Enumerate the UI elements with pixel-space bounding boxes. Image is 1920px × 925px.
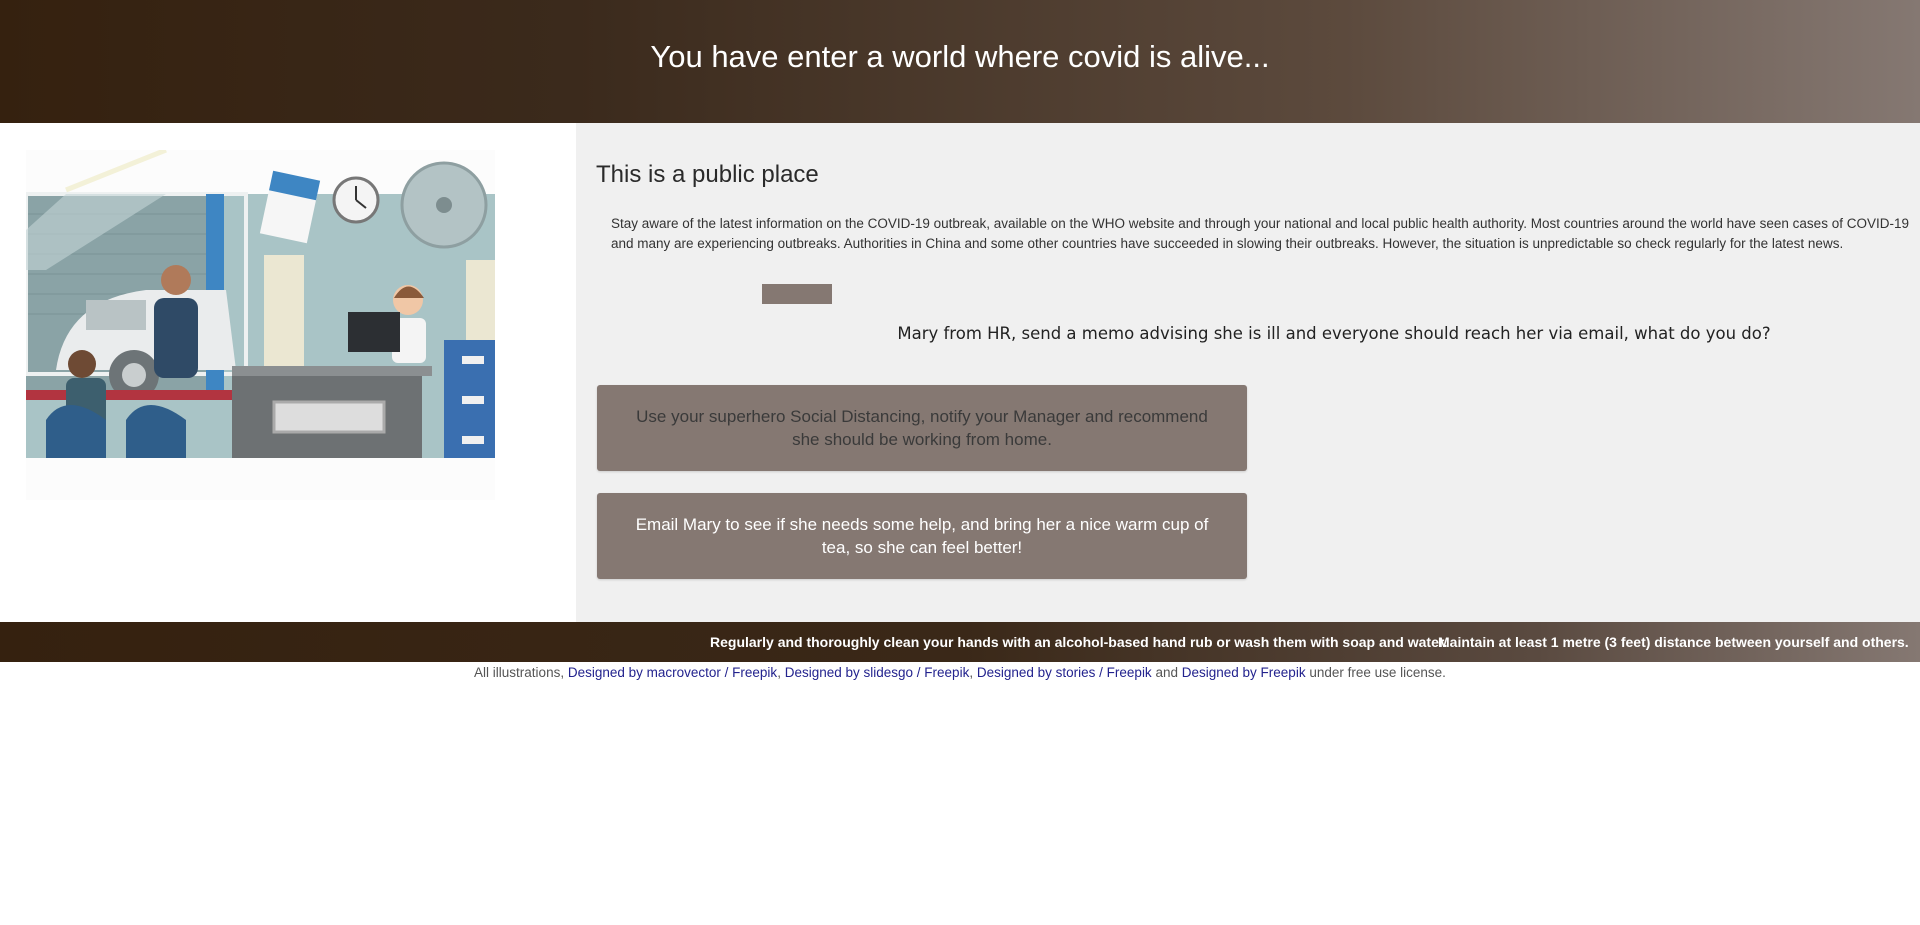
credits-separator: , <box>777 665 781 680</box>
ticker-tip: Maintain at least 1 metre (3 feet) dista… <box>1438 634 1909 650</box>
health-tips-ticker: Regularly and thoroughly clean your hand… <box>0 622 1920 662</box>
credits-separator: , <box>969 665 974 680</box>
ticker-tip: Regularly and thoroughly clean your hand… <box>710 634 1448 650</box>
credit-link-macrovector[interactable]: Designed by macrovector / Freepik <box>568 665 777 680</box>
credit-link-stories[interactable]: Designed by stories / Freepik <box>977 665 1152 680</box>
office-scene-illustration <box>26 150 495 500</box>
choice-button-social-distancing[interactable]: Use your superhero Social Distancing, no… <box>597 385 1247 471</box>
credits-prefix: All illustrations, <box>474 665 565 680</box>
credit-link-slidesgo[interactable]: Designed by slidesgo / Freepik <box>785 665 970 680</box>
credits-and: and <box>1155 665 1178 680</box>
scenario-pane: This is a public place Stay aware of the… <box>576 123 1920 622</box>
credit-link-freepik[interactable]: Designed by Freepik <box>1182 665 1306 680</box>
scenario-question: Mary from HR, send a memo advising she i… <box>897 324 1771 343</box>
choice-button-email-mary[interactable]: Email Mary to see if she needs some help… <box>597 493 1247 579</box>
page-title: You have enter a world where covid is al… <box>650 38 1270 74</box>
scene-title: This is a public place <box>596 161 819 188</box>
progress-indicator <box>762 284 832 304</box>
scene-description: Stay aware of the latest information on … <box>611 216 1909 251</box>
page-header: You have enter a world where covid is al… <box>0 0 1920 123</box>
credits-footer: All illustrations, Designed by macrovect… <box>0 665 1920 680</box>
illustration-pane <box>0 123 576 622</box>
credits-suffix: under free use license. <box>1309 665 1446 680</box>
